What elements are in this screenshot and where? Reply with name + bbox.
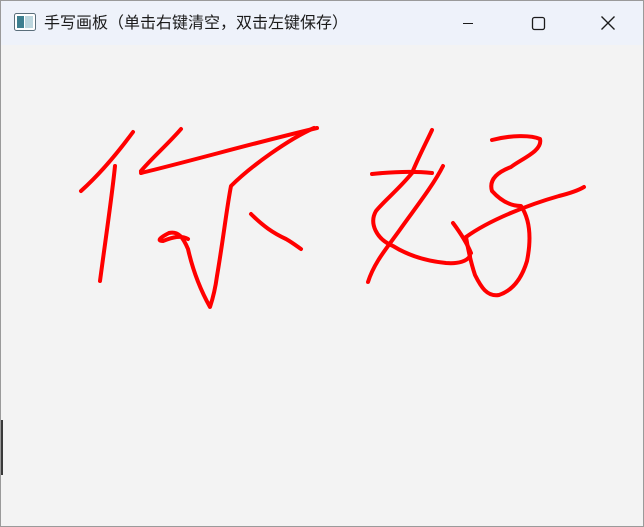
stroke-ni-5 (157, 126, 316, 309)
handwriting-strokes (79, 126, 586, 309)
maximize-button[interactable] (503, 1, 573, 45)
maximize-icon (531, 16, 546, 31)
window-title: 手写画板（单击右键清空，双击左键保存） (44, 13, 349, 32)
title-bar[interactable]: 手写画板（单击右键清空，双击左键保存） (1, 1, 643, 45)
stroke-ni-4 (139, 126, 319, 175)
stroke-hao-2 (370, 169, 434, 176)
app-icon (14, 13, 36, 31)
minimize-button[interactable] (433, 1, 503, 45)
minimize-icon (462, 17, 474, 29)
stroke-ni-2 (98, 164, 117, 283)
close-icon (600, 15, 616, 31)
drawing-canvas[interactable] (1, 45, 643, 526)
stroke-ni-1 (79, 130, 135, 193)
app-window: 手写画板（单击右键清空，双击左键保存） (0, 0, 644, 527)
stroke-hao-1 (410, 128, 434, 175)
stroke-ni-6 (249, 212, 303, 251)
window-edge-shadow (1, 420, 3, 475)
close-button[interactable] (573, 1, 643, 45)
